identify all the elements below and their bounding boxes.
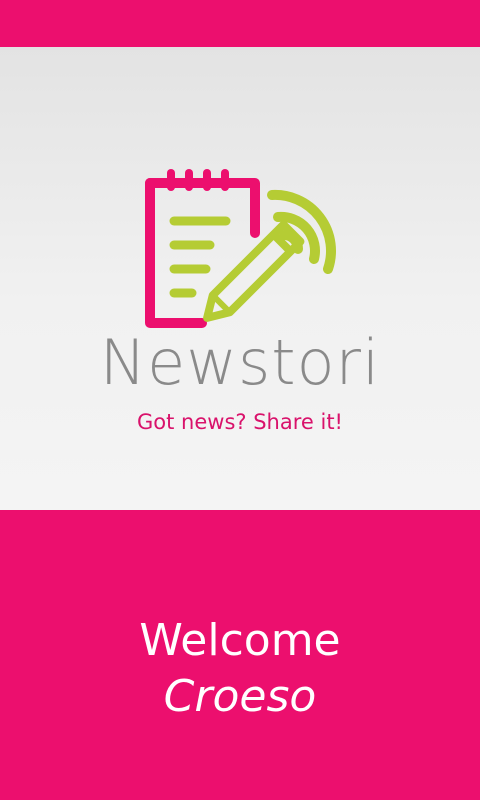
welcome-panel: Welcome Croeso (0, 510, 480, 800)
welcome-text: Welcome (139, 615, 341, 666)
top-accent-bar (0, 0, 480, 47)
app-title: Newstori (99, 326, 381, 399)
hero-panel: Newstori Got news? Share it! (0, 47, 480, 510)
app-tagline: Got news? Share it! (137, 410, 343, 434)
splash-screen: Newstori Got news? Share it! Welcome Cro… (0, 0, 480, 800)
welcome-subtext: Croeso (163, 671, 317, 722)
